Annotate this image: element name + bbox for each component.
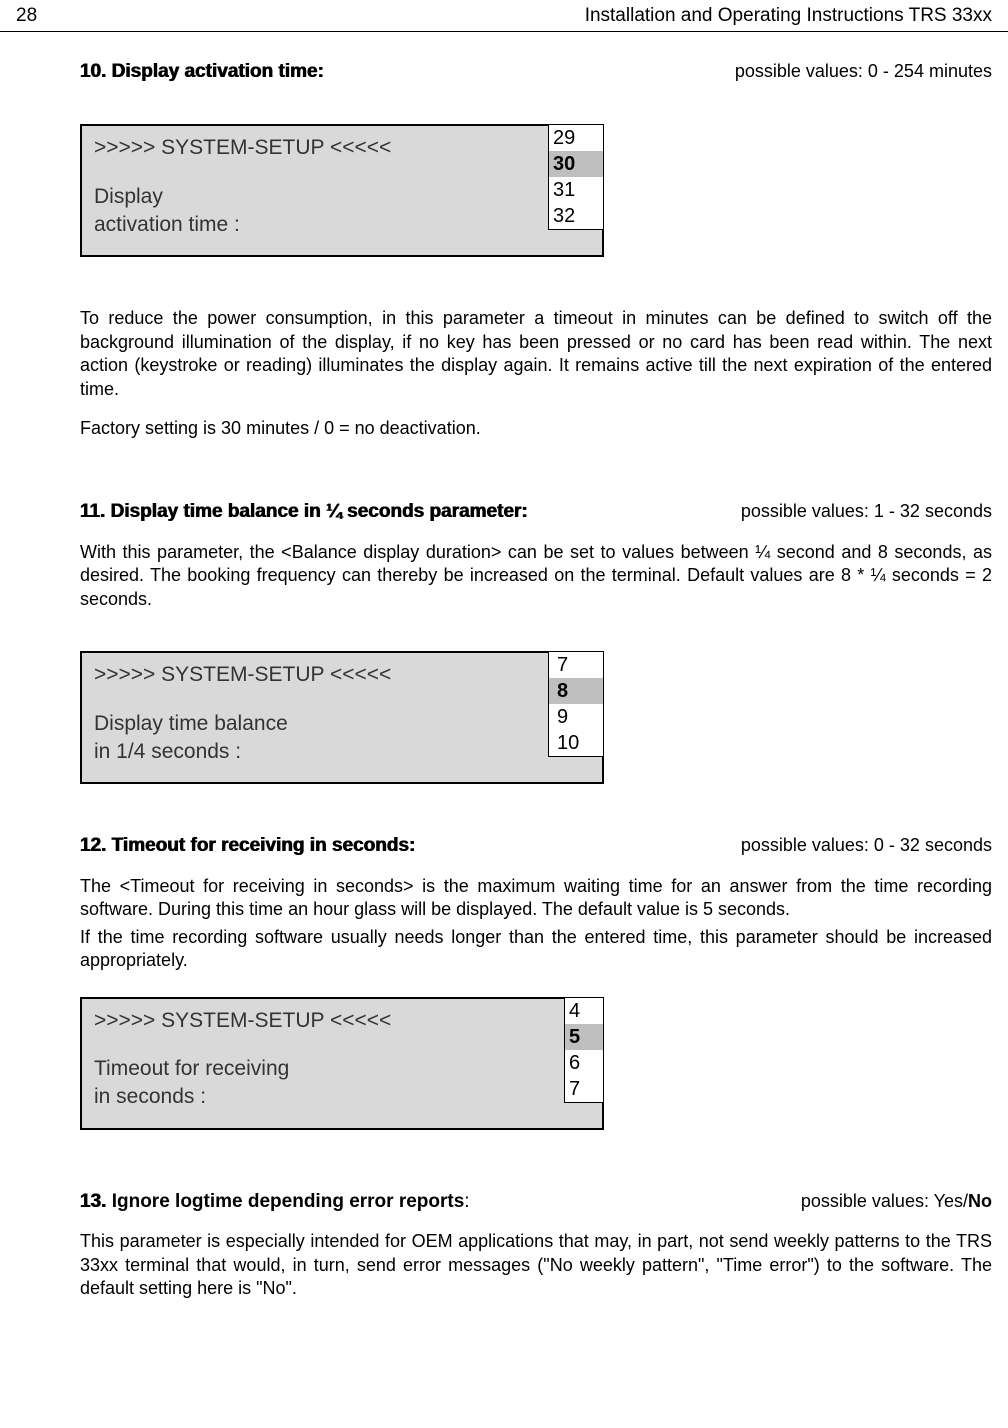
display-activation-time-box: >>>>> SYSTEM-SETUP <<<<< Display activat… <box>80 124 604 257</box>
system-setup-label: >>>>> SYSTEM-SETUP <<<<< <box>94 1007 552 1035</box>
value-selector[interactable]: 4 5 6 7 <box>564 999 602 1128</box>
section-12-header: 12. Timeout for receiving in seconds: po… <box>80 834 992 859</box>
section-13-possible-values: possible values: Yes/No <box>801 1190 992 1213</box>
system-setup-label: >>>>> SYSTEM-SETUP <<<<< <box>94 134 536 162</box>
section-11-para1: With this parameter, the <Balance displa… <box>80 541 992 611</box>
section-11-header: 11. Display time balance in ¼ seconds pa… <box>80 500 992 525</box>
section-12-possible-values: possible values: 0 - 32 seconds <box>741 834 992 857</box>
section-10-para1: To reduce the power consumption, in this… <box>80 307 992 401</box>
display-left-panel: >>>>> SYSTEM-SETUP <<<<< Display activat… <box>82 126 548 255</box>
value-selector[interactable]: 7 8 9 10 <box>548 653 602 782</box>
section-11-title: 11. Display time balance in ¼ seconds pa… <box>80 500 528 525</box>
timeout-receiving-box: >>>>> SYSTEM-SETUP <<<<< Timeout for rec… <box>80 997 604 1130</box>
section-13-title: 13. Ignore logtime depending error repor… <box>80 1190 470 1215</box>
display-param-line2: activation time : <box>94 211 536 239</box>
section-10-possible-values: possible values: 0 - 254 minutes <box>735 60 992 83</box>
display-param-line1: Display <box>94 183 536 211</box>
section-10-header: 10. Display activation time: possible va… <box>80 60 992 85</box>
value-option-selected[interactable]: 5 <box>565 1024 603 1050</box>
section-13-header: 13. Ignore logtime depending error repor… <box>80 1190 992 1215</box>
display-param-line1: Display time balance <box>94 710 536 738</box>
value-option-selected[interactable]: 8 <box>549 678 603 704</box>
display-left-panel: >>>>> SYSTEM-SETUP <<<<< Timeout for rec… <box>82 999 564 1128</box>
value-option[interactable]: 4 <box>565 998 603 1024</box>
value-option[interactable]: 31 <box>549 177 603 203</box>
section-12-para1: The <Timeout for receiving in seconds> i… <box>80 875 992 922</box>
document-title: Installation and Operating Instructions … <box>585 4 992 29</box>
page-number: 28 <box>16 4 37 29</box>
page-header: 28 Installation and Operating Instructio… <box>0 0 1008 32</box>
section-10-title: 10. Display activation time: <box>80 60 324 85</box>
value-option[interactable]: 9 <box>549 704 603 730</box>
display-param-line1: Timeout for receiving <box>94 1055 552 1083</box>
value-option-selected[interactable]: 30 <box>549 151 603 177</box>
display-param-line2: in seconds : <box>94 1083 552 1111</box>
section-12-title: 12. Timeout for receiving in seconds: <box>80 834 415 859</box>
value-option[interactable]: 10 <box>549 730 603 756</box>
value-option[interactable]: 29 <box>549 125 603 151</box>
value-option[interactable]: 32 <box>549 203 603 229</box>
display-left-panel: >>>>> SYSTEM-SETUP <<<<< Display time ba… <box>82 653 548 782</box>
value-option[interactable]: 6 <box>565 1050 603 1076</box>
section-11-possible-values: possible values: 1 - 32 seconds <box>741 500 992 523</box>
value-selector[interactable]: 29 30 31 32 <box>548 126 602 255</box>
section-10-para2: Factory setting is 30 minutes / 0 = no d… <box>80 417 992 440</box>
section-12-para2: If the time recording software usually n… <box>80 926 992 973</box>
display-param-line2: in 1/4 seconds : <box>94 738 536 766</box>
section-13-para1: This parameter is especially intended fo… <box>80 1230 992 1300</box>
system-setup-label: >>>>> SYSTEM-SETUP <<<<< <box>94 661 536 689</box>
value-option[interactable]: 7 <box>549 652 603 678</box>
display-time-balance-box: >>>>> SYSTEM-SETUP <<<<< Display time ba… <box>80 651 604 784</box>
value-option[interactable]: 7 <box>565 1076 603 1102</box>
